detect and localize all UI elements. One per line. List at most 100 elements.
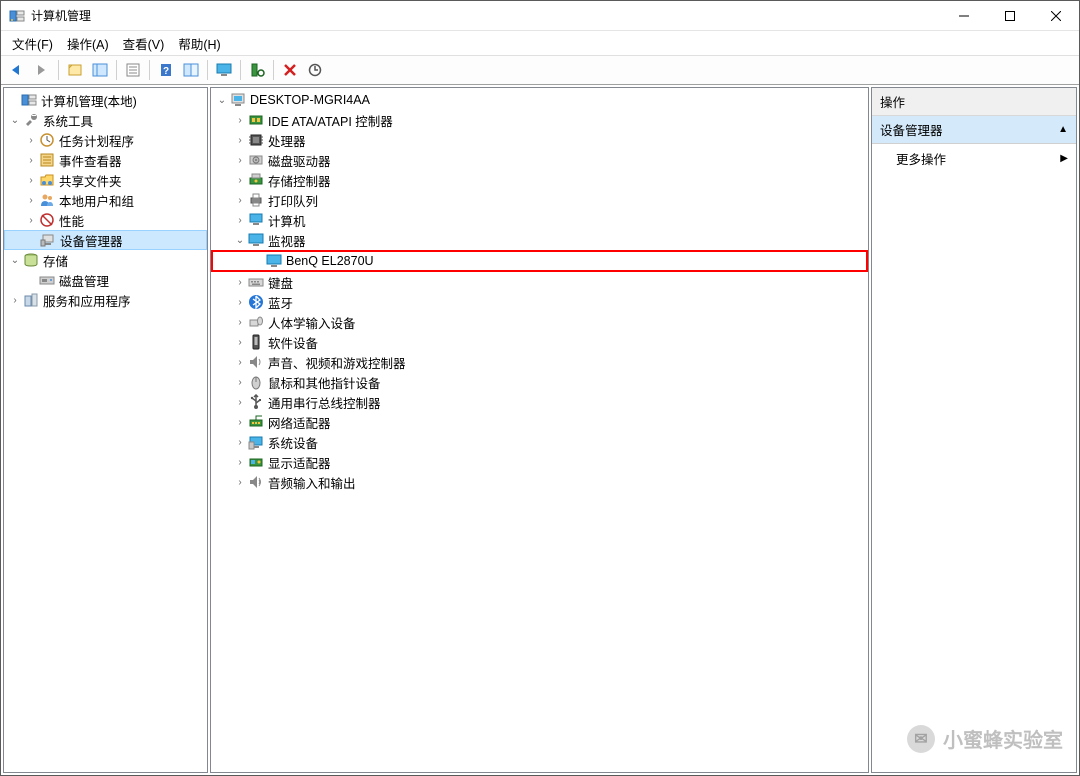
toolbar-separator — [207, 60, 208, 80]
scan-hardware-button[interactable] — [245, 58, 269, 82]
view-button[interactable] — [88, 58, 112, 82]
minimize-button[interactable] — [941, 1, 987, 31]
help-button[interactable]: ? — [154, 58, 178, 82]
options-button[interactable] — [179, 58, 203, 82]
expand-icon[interactable]: › — [8, 293, 22, 307]
nav-back-button[interactable] — [5, 58, 29, 82]
actions-item-label: 更多操作 — [896, 149, 946, 168]
tree-row-local-users[interactable]: ›本地用户和组 — [4, 190, 207, 210]
users-icon — [39, 192, 55, 208]
device-row-computer[interactable]: ›计算机 — [211, 210, 868, 230]
expand-icon[interactable]: › — [233, 275, 247, 289]
menu-file[interactable]: 文件(F) — [5, 32, 60, 55]
device-row-keyboard[interactable]: ›键盘 — [211, 272, 868, 292]
device-row-print-queue[interactable]: ›打印队列 — [211, 190, 868, 210]
device-row-system-dev[interactable]: ›系统设备 — [211, 432, 868, 452]
expand-icon[interactable]: › — [24, 133, 38, 147]
expand-icon[interactable]: › — [24, 213, 38, 227]
device-row-display[interactable]: ›显示适配器 — [211, 452, 868, 472]
device-row-root[interactable]: ⌄DESKTOP-MGRI4AA — [211, 90, 868, 110]
menu-help[interactable]: 帮助(H) — [171, 32, 227, 55]
expand-icon[interactable]: › — [233, 295, 247, 309]
device-row-monitor-item[interactable]: ›BenQ EL2870U — [211, 250, 868, 272]
device-tree: ⌄DESKTOP-MGRI4AA › IDE ATA/ATAPI 控制器 ›处理器… — [211, 88, 868, 494]
tree-row-task-scheduler[interactable]: ›任务计划程序 — [4, 130, 207, 150]
expand-icon[interactable]: › — [233, 475, 247, 489]
update-driver-button[interactable] — [303, 58, 327, 82]
tree-label: 鼠标和其他指针设备 — [268, 373, 381, 392]
device-row-ide[interactable]: › IDE ATA/ATAPI 控制器 — [211, 110, 868, 130]
keyboard-icon — [248, 274, 264, 290]
tree-row-system-tools[interactable]: ⌄系统工具 — [4, 110, 207, 130]
actions-header: 操作 — [872, 88, 1076, 116]
expand-icon[interactable]: › — [233, 315, 247, 329]
device-row-hid[interactable]: ›人体学输入设备 — [211, 312, 868, 332]
tree-row-disk-management[interactable]: ›磁盘管理 — [4, 270, 207, 290]
menu-view[interactable]: 查看(V) — [116, 32, 172, 55]
device-row-software-dev[interactable]: › 软件设备 — [211, 332, 868, 352]
tree-row-services[interactable]: ›服务和应用程序 — [4, 290, 207, 310]
expand-icon[interactable]: › — [233, 193, 247, 207]
device-row-disk-drives[interactable]: ›磁盘驱动器 — [211, 150, 868, 170]
tree-label: 蓝牙 — [268, 293, 293, 312]
tree-row-performance[interactable]: ›性能 — [4, 210, 207, 230]
tree-row-event-viewer[interactable]: ›事件查看器 — [4, 150, 207, 170]
device-row-mouse[interactable]: › 鼠标和其他指针设备 — [211, 372, 868, 392]
device-row-monitor[interactable]: ⌄监视器 — [211, 230, 868, 250]
toolbar-separator — [116, 60, 117, 80]
tree-label: 软件设备 — [268, 333, 318, 352]
expand-icon[interactable]: › — [24, 173, 38, 187]
tree-label: IDE ATA/ATAPI 控制器 — [268, 111, 393, 130]
bluetooth-icon — [248, 294, 264, 310]
actions-section[interactable]: 设备管理器 ▲ — [872, 116, 1076, 144]
device-row-bluetooth[interactable]: › 蓝牙 — [211, 292, 868, 312]
device-row-cpu[interactable]: ›处理器 — [211, 130, 868, 150]
collapse-icon[interactable]: ⌄ — [8, 113, 22, 127]
expand-icon[interactable]: › — [24, 193, 38, 207]
device-row-audio-io[interactable]: ›音频输入和输出 — [211, 472, 868, 492]
tree-row-shared-folders[interactable]: ›共享文件夹 — [4, 170, 207, 190]
actions-item-more[interactable]: 更多操作 ▶ — [872, 144, 1076, 173]
device-row-sound[interactable]: ›声音、视频和游戏控制器 — [211, 352, 868, 372]
window-title: 计算机管理 — [31, 7, 941, 24]
menu-action[interactable]: 操作(A) — [60, 32, 116, 55]
collapse-icon[interactable]: ⌄ — [233, 233, 247, 247]
monitor-icon — [266, 253, 282, 269]
center-panel: ⌄DESKTOP-MGRI4AA › IDE ATA/ATAPI 控制器 ›处理器… — [210, 87, 869, 773]
tree-row-device-manager[interactable]: ›设备管理器 — [4, 230, 207, 250]
svg-text:?: ? — [163, 66, 169, 77]
shared-folder-icon — [39, 172, 55, 188]
expand-icon[interactable]: › — [233, 335, 247, 349]
tree-label: 存储控制器 — [268, 171, 331, 190]
tree-row-storage[interactable]: ⌄存储 — [4, 250, 207, 270]
expand-icon[interactable]: › — [233, 113, 247, 127]
show-hide-tree-button[interactable] — [63, 58, 87, 82]
services-icon — [23, 292, 39, 308]
device-row-network[interactable]: ›网络适配器 — [211, 412, 868, 432]
expand-icon[interactable]: › — [233, 173, 247, 187]
expand-icon[interactable]: › — [24, 153, 38, 167]
close-button[interactable] — [1033, 1, 1079, 31]
toolbar-separator — [149, 60, 150, 80]
device-row-storage-ctrl[interactable]: › 存储控制器 — [211, 170, 868, 190]
collapse-icon[interactable]: ⌄ — [8, 253, 22, 267]
collapse-icon[interactable]: ⌄ — [215, 93, 229, 107]
expand-icon[interactable]: › — [233, 415, 247, 429]
expand-icon[interactable]: › — [233, 213, 247, 227]
expand-icon[interactable]: › — [233, 435, 247, 449]
tree-row-root[interactable]: ▾计算机管理(本地) — [4, 90, 207, 110]
expand-icon[interactable]: › — [233, 395, 247, 409]
properties-button[interactable] — [121, 58, 145, 82]
expand-icon[interactable]: › — [233, 455, 247, 469]
maximize-button[interactable] — [987, 1, 1033, 31]
uninstall-button[interactable] — [278, 58, 302, 82]
expand-icon[interactable]: › — [233, 375, 247, 389]
expand-icon[interactable]: › — [233, 355, 247, 369]
left-panel: ▾计算机管理(本地) ⌄系统工具 ›任务计划程序 ›事件查看器 ›共享文件夹 ›… — [3, 87, 208, 773]
monitor-icon-button[interactable] — [212, 58, 236, 82]
expand-icon[interactable]: › — [233, 133, 247, 147]
device-row-usb[interactable]: ›通用串行总线控制器 — [211, 392, 868, 412]
toolbar: ? — [1, 55, 1079, 85]
nav-forward-button[interactable] — [30, 58, 54, 82]
expand-icon[interactable]: › — [233, 153, 247, 167]
